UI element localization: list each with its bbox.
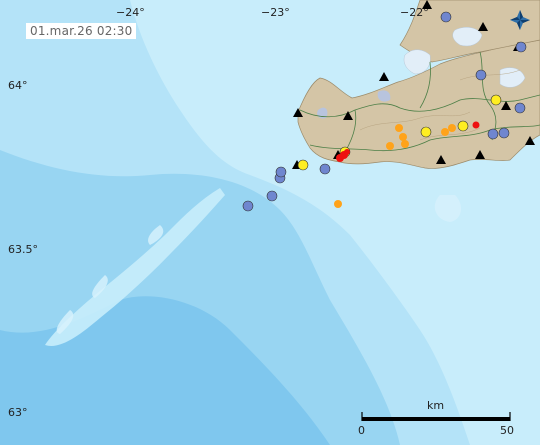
earthquake-marker[interactable] [487, 128, 499, 140]
map-canvas: 64° 63.5° 63° −24° −23° −22° km 0 50 [0, 0, 540, 445]
map-view[interactable]: 64° 63.5° 63° −24° −23° −22° km 0 50 01.… [0, 0, 540, 445]
earthquake-marker[interactable] [472, 121, 480, 129]
earthquake-marker[interactable] [344, 149, 350, 155]
earthquake-marker[interactable] [242, 200, 254, 212]
earthquake-marker[interactable] [475, 69, 487, 81]
earthquake-marker[interactable] [441, 128, 449, 136]
earthquake-marker[interactable] [440, 11, 452, 23]
earthquake-marker[interactable] [490, 94, 502, 106]
scale-unit-label: km [427, 399, 444, 412]
earthquake-marker[interactable] [457, 120, 469, 132]
earthquake-marker[interactable] [319, 163, 331, 175]
earthquake-marker[interactable] [399, 133, 407, 141]
earthquake-marker[interactable] [420, 126, 432, 138]
earthquake-marker[interactable] [514, 102, 526, 114]
earthquake-marker[interactable] [297, 159, 309, 171]
earthquake-marker[interactable] [401, 140, 409, 148]
earthquake-marker[interactable] [515, 41, 527, 53]
earthquake-marker[interactable] [386, 142, 394, 150]
lon-label-24: −24° [116, 6, 145, 19]
lon-label-23: −23° [261, 6, 290, 19]
earthquake-marker[interactable] [498, 127, 510, 139]
earthquake-marker[interactable] [266, 190, 278, 202]
timestamp-label: 01.mar.26 02:30 [26, 23, 137, 39]
earthquake-marker[interactable] [448, 124, 456, 132]
scale-start-label: 0 [358, 424, 365, 437]
lat-label-63: 63° [8, 406, 28, 419]
earthquake-marker[interactable] [334, 200, 342, 208]
lat-label-63-5: 63.5° [8, 243, 38, 256]
earthquake-marker[interactable] [275, 166, 287, 178]
scale-end-label: 50 [500, 424, 514, 437]
lat-label-64: 64° [8, 79, 28, 92]
earthquake-marker[interactable] [395, 124, 403, 132]
